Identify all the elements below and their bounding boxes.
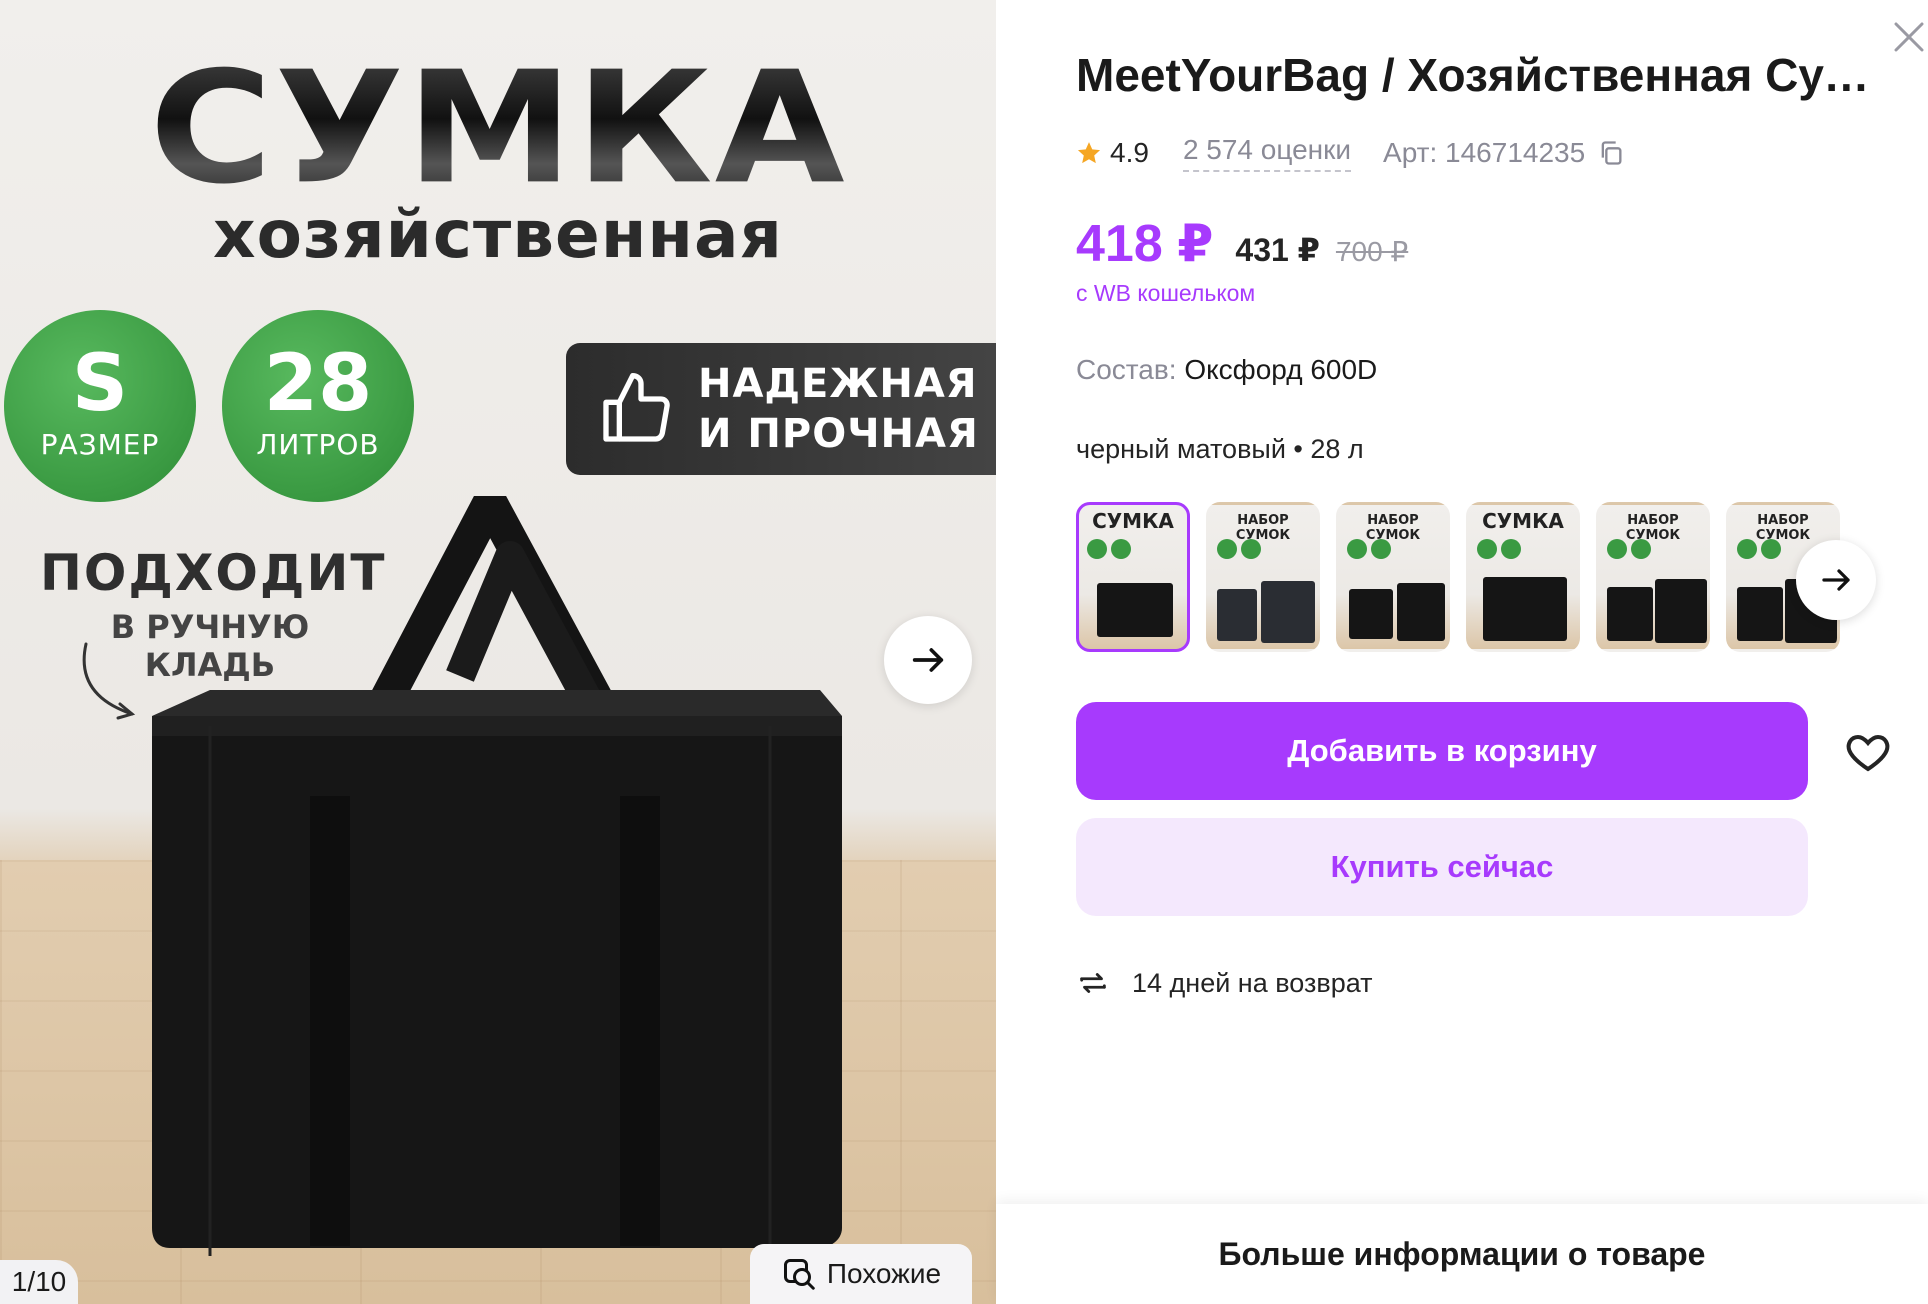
returns-text: 14 дней на возврат [1132,967,1373,998]
thumbnails-next-button[interactable] [1796,540,1876,620]
returns-info: 14 дней на возврат [1076,966,1373,1000]
add-to-cart-button[interactable]: Добавить в корзину [1076,702,1808,800]
size-badge-value: S [71,339,129,429]
copy-icon[interactable] [1597,139,1625,167]
variant-thumb-3[interactable]: НАБОР СУМОК [1336,502,1450,652]
star-icon [1077,142,1101,164]
gallery-next-button[interactable] [884,616,972,704]
close-icon[interactable] [1888,16,1928,56]
image-search-icon [783,1259,815,1290]
variant-thumb-1[interactable]: СУМКА [1076,502,1190,652]
price-old: 700 ₽ [1335,236,1409,267]
thumb-title: СУМКА [1092,509,1174,533]
wallet-note[interactable]: с WB кошельком [1076,280,1255,307]
similar-label: Похожие [826,1258,942,1289]
selected-variant: черный матовый • 28 л [1076,434,1364,464]
bag-image [152,496,842,1256]
variant-thumbnails: СУМКА НАБОР СУМОК НАБОР СУМОК СУМКА НАБО… [1076,502,1840,652]
gallery-counter: 1/10 [0,1260,78,1304]
thumb-title: СУМКА [1482,509,1564,533]
price-block: 418 ₽ 431 ₽ 700 ₽ [1076,214,1408,274]
price-regular: 431 ₽ [1235,232,1320,268]
exchange-icon [1080,973,1106,993]
volume-badge-label: ЛИТРОВ [256,428,380,461]
volume-badge-value: 28 [263,339,373,429]
arrow-right-icon [912,648,944,672]
product-meta: 4.9 2 574 оценки Арт: 146714235 [1076,134,1625,172]
product-gallery[interactable]: СУМКА хозяйственная S РАЗМЕР 28 ЛИТРОВ Н… [0,0,996,1304]
volume-badge: 28 ЛИТРОВ [222,310,414,502]
composition-value: Оксфорд 600D [1184,354,1378,385]
quality-badge: НАДЕЖНАЯ И ПРОЧНАЯ [566,343,996,475]
reviews-link[interactable]: 2 574 оценки [1182,134,1352,172]
hero-title: СУМКА [0,38,996,218]
composition-label: Состав: [1076,354,1177,385]
size-badge: S РАЗМЕР [4,310,196,502]
more-info-button[interactable]: Больше информации о товаре [996,1204,1928,1304]
similar-button[interactable]: Похожие [750,1244,972,1304]
variant-thumb-2[interactable]: НАБОР СУМОК [1206,502,1320,652]
heart-icon[interactable] [1844,728,1892,776]
product-title: MeetYourBag / Хозяйственная Сумка хозяйс… [1076,49,1876,101]
arrow-right-icon [1822,569,1850,591]
article-number: Арт: 146714235 [1383,137,1586,168]
variant-thumb-5[interactable]: НАБОР СУМОК [1596,502,1710,652]
size-badge-label: РАЗМЕР [40,428,160,461]
thumbs-up-icon [603,373,670,442]
variant-thumb-4[interactable]: СУМКА [1466,502,1580,652]
quality-line-1: НАДЕЖНАЯ [698,361,978,407]
price-wallet: 418 ₽ [1076,215,1214,273]
composition: Состав: Оксфорд 600D [1076,354,1377,386]
quality-line-2: И ПРОЧНАЯ [698,411,979,457]
rating-value: 4.9 [1110,137,1149,168]
buy-now-button[interactable]: Купить сейчас [1076,818,1808,916]
hero-subtitle: хозяйственная [213,196,783,273]
